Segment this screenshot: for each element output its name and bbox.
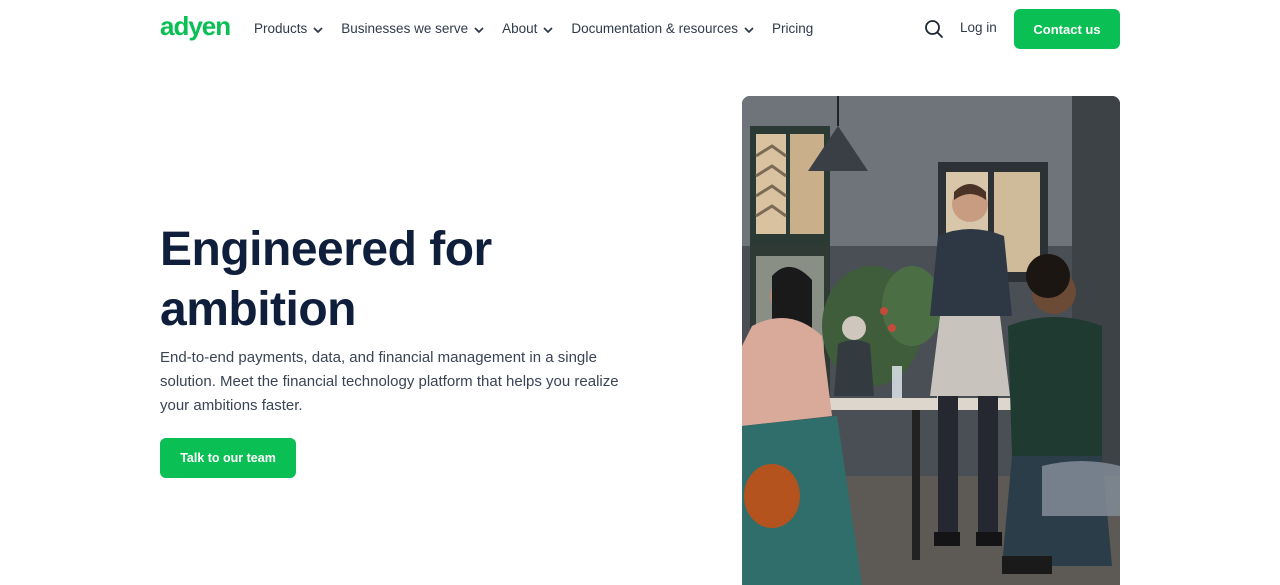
hero-image [742, 96, 1120, 585]
hero-title-line2: ambition [160, 283, 357, 336]
nav-item-label: Documentation & resources [571, 20, 738, 36]
nav-item-businesses[interactable]: Businesses we serve [341, 18, 484, 38]
site-header: adyen Products Businesses we serve About… [0, 0, 1280, 58]
hero-title-line1: Engineered for [160, 223, 492, 276]
search-icon[interactable] [923, 18, 945, 40]
logo-text: adyen [160, 14, 230, 41]
chevron-down-icon [313, 23, 323, 33]
main-nav: Products Businesses we serve About Docum… [254, 18, 831, 38]
hero-description: End-to-end payments, data, and financial… [160, 349, 619, 414]
nav-item-label: Businesses we serve [341, 20, 469, 36]
login-link[interactable]: Log in [960, 20, 997, 35]
chevron-down-icon [543, 23, 553, 33]
talk-to-team-button[interactable]: Talk to our team [160, 438, 296, 478]
nav-item-about[interactable]: About [502, 18, 553, 38]
restaurant-scene-illustration [742, 96, 1120, 585]
nav-item-pricing[interactable]: Pricing [772, 18, 813, 38]
chevron-down-icon [474, 23, 484, 33]
nav-item-products[interactable]: Products [254, 18, 323, 38]
contact-us-button[interactable]: Contact us [1014, 9, 1120, 49]
nav-item-label: About [502, 20, 538, 36]
hero-title: Engineered for ambition [160, 220, 580, 340]
chevron-down-icon [744, 23, 754, 33]
nav-item-label: Products [254, 20, 308, 36]
nav-item-label: Pricing [771, 20, 814, 36]
nav-item-documentation[interactable]: Documentation & resources [571, 18, 754, 38]
adyen-logo[interactable]: adyen [160, 11, 236, 42]
